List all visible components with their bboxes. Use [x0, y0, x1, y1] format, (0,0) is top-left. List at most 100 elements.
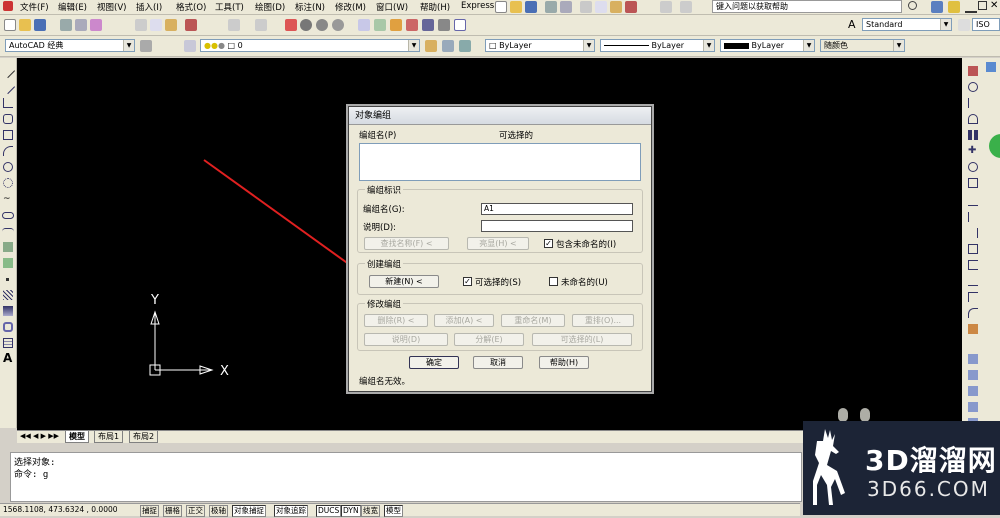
rotate-icon[interactable]	[968, 162, 978, 172]
include-unnamed-label[interactable]: 包含未命名的(I)	[556, 238, 616, 250]
break-at-point-icon[interactable]	[968, 244, 978, 254]
open-folder-icon[interactable]	[510, 1, 522, 13]
text-style-icon[interactable]: A	[848, 19, 860, 31]
layer-previous-icon[interactable]	[442, 40, 454, 52]
lineweight-select[interactable]: ByLayer ▼	[720, 39, 815, 52]
save-icon[interactable]	[525, 1, 537, 13]
ducs-toggle[interactable]: DUCS	[316, 505, 342, 517]
help-button[interactable]: 帮助(H)	[539, 356, 589, 369]
explode-icon[interactable]	[968, 324, 978, 334]
draworder-back-icon[interactable]	[968, 386, 978, 396]
preview-icon[interactable]	[560, 1, 572, 13]
table-icon[interactable]	[3, 338, 13, 348]
new-group-button[interactable]: 新建(N) <	[369, 275, 439, 288]
float-badge-icon[interactable]	[989, 134, 1000, 158]
selectable-toggle-button[interactable]: 可选择的(L)	[532, 333, 632, 346]
plot-preview-icon[interactable]	[75, 19, 87, 31]
layer-manager-icon[interactable]	[184, 40, 196, 52]
menu-dimension[interactable]: 标注(N)	[295, 1, 325, 13]
menu-edit[interactable]: 编辑(E)	[58, 1, 87, 13]
communication-icon[interactable]	[931, 1, 943, 13]
line-icon[interactable]	[0, 63, 16, 79]
tab-layout2[interactable]: 布局2	[129, 431, 159, 443]
menu-help[interactable]: 帮助(H)	[420, 1, 450, 13]
arc-icon[interactable]	[3, 146, 13, 156]
cut-icon[interactable]	[135, 19, 147, 31]
group-list[interactable]	[359, 143, 641, 181]
restore-icon[interactable]	[978, 1, 987, 10]
menu-tools[interactable]: 工具(T)	[215, 1, 244, 13]
mirror-icon[interactable]	[968, 98, 978, 108]
join-icon[interactable]	[968, 276, 978, 286]
properties-icon[interactable]	[358, 19, 370, 31]
group-name-field[interactable]: A1	[481, 203, 633, 215]
tab-model[interactable]: 模型	[65, 431, 89, 443]
draworder-front-icon[interactable]	[968, 370, 978, 380]
tool-palettes-icon[interactable]	[390, 19, 402, 31]
undo-icon[interactable]	[228, 19, 240, 31]
snap-toggle[interactable]: 捕捉	[140, 505, 159, 517]
qnew-icon[interactable]	[4, 19, 16, 31]
menu-express[interactable]: Express	[461, 1, 494, 11]
rectangle-icon[interactable]	[3, 130, 13, 140]
polygon-icon[interactable]	[3, 114, 13, 124]
dialog-title[interactable]: 对象编组	[349, 107, 651, 125]
selectable-checkbox[interactable]: ✓	[463, 277, 472, 286]
lineweight-toggle[interactable]: 线宽	[361, 505, 380, 517]
workspace-select[interactable]: AutoCAD 经典 ▼	[5, 39, 135, 52]
dyn-toggle[interactable]: DYN	[341, 505, 361, 517]
move-icon[interactable]: ✚	[968, 146, 978, 156]
tab-layout1[interactable]: 布局1	[94, 431, 124, 443]
find-name-button[interactable]: 查找名称(F) <	[364, 237, 449, 250]
bring-above-icon[interactable]	[968, 402, 978, 412]
match-prop-icon[interactable]	[185, 19, 197, 31]
circle-icon[interactable]	[3, 162, 13, 172]
pan-icon[interactable]	[285, 19, 297, 31]
color-select[interactable]: □ ByLayer ▼	[485, 39, 595, 52]
revcloud-icon[interactable]	[3, 178, 13, 188]
model-toggle[interactable]: 模型	[384, 505, 403, 517]
plot-style-select[interactable]: 随颜色 ▼	[820, 39, 905, 52]
save-icon[interactable]	[34, 19, 46, 31]
layer-select[interactable]: ●●● □ 0 ▼	[200, 39, 420, 52]
open-icon[interactable]	[19, 19, 31, 31]
polyline-icon[interactable]	[3, 98, 13, 108]
copy-icon[interactable]	[150, 19, 162, 31]
close-icon[interactable]: ✕	[990, 0, 1000, 12]
cut-icon[interactable]	[580, 1, 592, 13]
highlight-button[interactable]: 亮显(H) <	[467, 237, 529, 250]
stretch-icon[interactable]	[968, 196, 978, 206]
cancel-button[interactable]: 取消	[473, 356, 523, 369]
scale-icon[interactable]	[968, 178, 978, 188]
properties-panel-icon[interactable]	[986, 62, 996, 72]
unnamed-label[interactable]: 未命名的(U)	[561, 276, 608, 288]
paste-icon[interactable]	[165, 19, 177, 31]
menu-view[interactable]: 视图(V)	[97, 1, 126, 13]
rename-button[interactable]: 重命名(M)	[501, 314, 565, 327]
reorder-button[interactable]: 重排(O)...	[572, 314, 634, 327]
selectable-label[interactable]: 可选择的(S)	[475, 276, 521, 288]
hatch-icon[interactable]	[3, 290, 13, 300]
ok-button[interactable]: 确定	[409, 356, 459, 369]
new-file-icon[interactable]	[495, 1, 507, 13]
print-icon[interactable]	[545, 1, 557, 13]
help-search-input[interactable]: 键入问题以获取帮助	[712, 0, 902, 13]
zoom-realtime-icon[interactable]	[300, 19, 312, 31]
help-icon[interactable]	[454, 19, 466, 31]
menu-modify[interactable]: 修改(M)	[335, 1, 366, 13]
undo-icon[interactable]	[660, 1, 672, 13]
region-icon[interactable]	[3, 322, 13, 332]
draworder-icon[interactable]	[968, 354, 978, 364]
extend-icon[interactable]	[968, 228, 978, 238]
design-center-icon[interactable]	[374, 19, 386, 31]
make-current-icon[interactable]	[425, 40, 437, 52]
array-icon[interactable]	[968, 130, 978, 140]
markup-icon[interactable]	[422, 19, 434, 31]
minimize-icon[interactable]	[965, 1, 977, 13]
workspace-settings-icon[interactable]	[140, 40, 152, 52]
copy-object-icon[interactable]	[968, 82, 978, 92]
add-button[interactable]: 添加(A) <	[434, 314, 494, 327]
menu-draw[interactable]: 绘图(D)	[255, 1, 285, 13]
description-field[interactable]	[481, 220, 633, 232]
explode-button[interactable]: 分解(E)	[454, 333, 524, 346]
